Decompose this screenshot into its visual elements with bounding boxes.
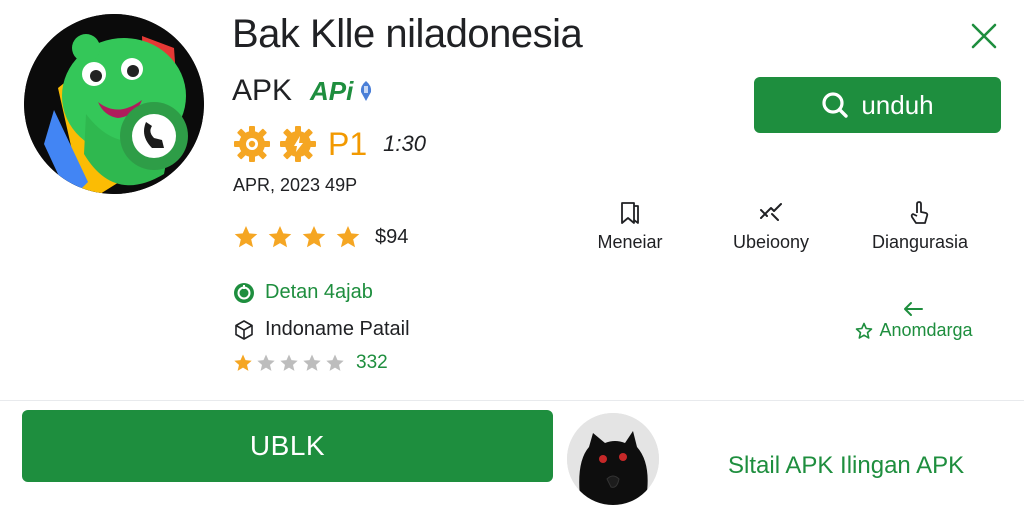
star-filled-icon (336, 225, 360, 248)
gear-badge-icon (234, 126, 270, 162)
detail-developer[interactable]: Detan 4ajab (233, 281, 373, 304)
star-empty-icon (280, 354, 298, 371)
star-filled-icon (302, 225, 326, 248)
release-meta: APR, 2023 49P (233, 175, 358, 195)
gear-badge-icon-secondary (280, 126, 316, 162)
action-bookmark[interactable]: Meneiar (555, 200, 705, 253)
star-outline-icon (856, 322, 873, 339)
action-hand-label: Diangurasia (871, 232, 969, 252)
package-icon (235, 319, 253, 340)
app-detail-page: Bak Klle niladonesia APK APi unduh P1 1:… (0, 0, 1024, 512)
avatar[interactable] (567, 413, 659, 505)
bookmark-icon (621, 202, 639, 224)
rating-stars (233, 224, 361, 250)
star-empty-icon (303, 354, 321, 371)
apk-tag: APi (310, 76, 373, 107)
download-button[interactable]: unduh (754, 77, 1001, 133)
detail-developer-text: Detan 4ajab (265, 281, 373, 303)
action-share[interactable]: Ubeioony (696, 200, 846, 253)
section-divider (0, 400, 1024, 401)
hand-icon (910, 201, 929, 224)
action-share-label: Ubeioony (732, 232, 810, 252)
apk-type-label: APK (232, 74, 293, 107)
cat-avatar-image (567, 413, 659, 505)
download-button-label: unduh (861, 89, 934, 120)
share-icon (760, 203, 782, 221)
detail-package: Indoname Patail (233, 318, 410, 341)
recommend-label: Anomdarga (879, 320, 973, 340)
close-button[interactable] (966, 18, 1002, 54)
star-filled-icon (234, 354, 252, 371)
action-bookmark-label: Meneiar (597, 232, 663, 252)
detail-package-text: Indoname Patail (265, 318, 410, 340)
pin-icon (361, 81, 372, 101)
apk-row: APK APi (232, 74, 373, 108)
rating-value: $94 (375, 225, 409, 248)
unblock-button-label: UBLK (249, 430, 326, 461)
badge-label: P1 (328, 125, 368, 162)
app-title: Bak Klle niladonesia (232, 12, 583, 56)
search-icon (822, 92, 849, 118)
close-icon (971, 23, 997, 49)
badge-time: 1:30 (383, 131, 426, 156)
star-empty-icon (326, 354, 344, 371)
badge-row: P1 1:30 (232, 124, 426, 164)
developer-icon (234, 282, 254, 303)
star-empty-icon (257, 354, 275, 371)
small-rating-value: 332 (356, 352, 388, 373)
star-filled-icon (234, 225, 258, 248)
action-hand[interactable]: Diangurasia (845, 200, 995, 253)
app-icon (24, 14, 204, 194)
similar-apk-link[interactable]: Sltail APK Ilingan APK (728, 452, 964, 480)
recommend-link[interactable]: Anomdarga (844, 300, 984, 341)
apk-tag-text: APi (310, 75, 354, 106)
rating-row: $94 (233, 224, 408, 250)
arrow-left-icon (904, 302, 923, 316)
star-filled-icon (268, 225, 292, 248)
small-rating-stars (233, 353, 345, 373)
unblock-button[interactable]: UBLK (22, 410, 553, 482)
small-rating-row: 332 (233, 352, 388, 374)
